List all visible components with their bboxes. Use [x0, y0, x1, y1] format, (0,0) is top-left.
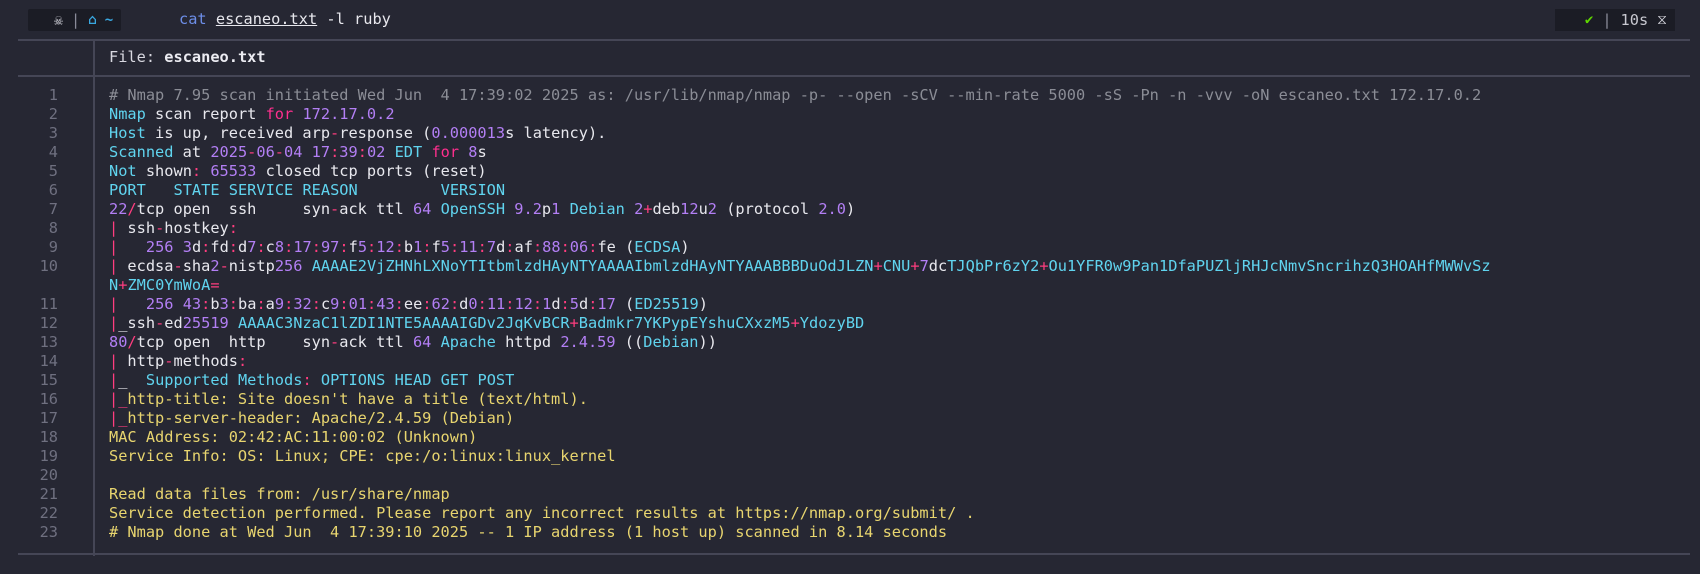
success-check-icon: ✔: [1584, 12, 1594, 28]
line-text: |_http-server-header: Apache/2.4.59 (Deb…: [109, 409, 515, 427]
gutter-divider: [93, 39, 95, 556]
line-text: | ssh-hostkey:: [109, 219, 238, 237]
file-header-label: File:: [109, 48, 156, 66]
file-line: 11 | 256 43:b3:ba:a9:32:c9:01:43:ee:62:d0…: [0, 295, 708, 314]
line-number: 13: [39, 333, 58, 351]
line-number: 17: [39, 409, 58, 427]
file-line: 4 Scanned at 2025-06-04 17:39:02 EDT for …: [0, 143, 487, 162]
home-icon: ⌂: [88, 12, 97, 28]
file-line: 9 | 256 3d:fd:d7:c8:17:97:f5:12:b1:f5:11:…: [0, 238, 690, 257]
file-header: File: escaneo.txt: [109, 48, 266, 66]
line-text: | 256 43:b3:ba:a9:32:c9:01:43:ee:62:d0:1…: [109, 295, 708, 313]
file-line: 5 Not shown: 65533 closed tcp ports (rese…: [0, 162, 487, 181]
prompt-cwd: ~: [104, 12, 114, 28]
command-duration: 10s: [1620, 11, 1649, 29]
line-text: PORT STATE SERVICE REASON VERSION: [109, 181, 506, 199]
prompt-segment-right: ✔ | 10s ⧖: [1554, 9, 1675, 31]
line-text: 80/tcp open http syn-ack ttl 64 Apache h…: [109, 333, 717, 351]
line-number: 15: [39, 371, 58, 389]
line-number: 5: [48, 162, 58, 180]
line-text: |_http-title: Site doesn't have a title …: [109, 390, 588, 408]
line-number: 2: [48, 105, 58, 123]
file-line: 3 Host is up, received arp-response (0.00…: [0, 124, 607, 143]
line-number: 7: [48, 200, 58, 218]
file-line: 10 | ecdsa-sha2-nistp256 AAAAE2VjZHNhLXNo…: [0, 257, 1491, 295]
line-number: 9: [48, 238, 58, 256]
file-line: 2 Nmap scan report for 172.17.0.2: [0, 105, 395, 124]
line-number: 18: [39, 428, 58, 446]
line-text: | http-methods:: [109, 352, 248, 370]
line-number: 20: [39, 466, 58, 484]
file-line: 1 # Nmap 7.95 scan initiated Wed Jun 4 17…: [0, 86, 1481, 105]
file-line: 14 | http-methods:: [0, 352, 248, 371]
header-separator: [18, 75, 1690, 77]
command-argument: escaneo.txt: [215, 10, 318, 28]
frame-top-border: [18, 39, 1690, 41]
file-line: 18 MAC Address: 02:42:AC:11:00:02 (Unknow…: [0, 428, 478, 447]
terminal-window: ☠ | ⌂ ~ cat escaneo.txt -l ruby ✔ | 10s …: [0, 0, 1700, 574]
line-text: | ecdsa-sha2-nistp256 AAAAE2VjZHNhLXNoYT…: [109, 257, 1491, 294]
file-line: 22 Service detection performed. Please re…: [0, 504, 975, 523]
file-header-name: escaneo.txt: [164, 48, 266, 66]
file-line: 16 |_http-title: Site doesn't have a titl…: [0, 390, 588, 409]
prompt-separator: |: [71, 11, 81, 29]
prompt-separator: |: [1602, 11, 1612, 29]
line-number: 21: [39, 485, 58, 503]
line-number: 8: [48, 219, 58, 237]
line-number: 22: [39, 504, 58, 522]
line-number: 11: [39, 295, 58, 313]
frame-bottom-border: [18, 553, 1690, 555]
line-number: 14: [39, 352, 58, 370]
kali-dragon-icon: ☠: [54, 11, 64, 29]
line-text: |_ssh-ed25519 AAAAC3NzaC1lZDI1NTE5AAAAIG…: [109, 314, 865, 332]
line-number: 1: [48, 86, 58, 104]
line-text: |_ Supported Methods: OPTIONS HEAD GET P…: [109, 371, 515, 389]
file-line: 19 Service Info: OS: Linux; CPE: cpe:/o:l…: [0, 447, 616, 466]
line-text: | 256 3d:fd:d7:c8:17:97:f5:12:b1:f5:11:7…: [109, 238, 690, 256]
line-number: 4: [48, 143, 58, 161]
line-text: Host is up, received arp-response (0.000…: [109, 124, 607, 142]
file-line: 15 |_ Supported Methods: OPTIONS HEAD GET…: [0, 371, 515, 390]
line-number: 23: [39, 523, 58, 541]
line-text: 22/tcp open ssh syn-ack ttl 64 OpenSSH 9…: [109, 200, 856, 218]
line-number: 6: [48, 181, 58, 199]
file-line: 7 22/tcp open ssh syn-ack ttl 64 OpenSSH …: [0, 200, 855, 219]
file-line: 17 |_http-server-header: Apache/2.4.59 (D…: [0, 409, 515, 428]
line-text: Read data files from: /usr/share/nmap: [109, 485, 450, 503]
line-text: Service Info: OS: Linux; CPE: cpe:/o:lin…: [109, 447, 616, 465]
prompt-segment-left: ☠ | ⌂ ~: [28, 9, 122, 31]
file-line: 20: [0, 466, 58, 485]
file-line: 12 |_ssh-ed25519 AAAAC3NzaC1lZDI1NTE5AAAA…: [0, 314, 865, 333]
line-text: Service detection performed. Please repo…: [109, 504, 975, 522]
hourglass-icon: ⧖: [1657, 12, 1667, 28]
command-flags: -l ruby: [326, 10, 391, 28]
line-number: 19: [39, 447, 58, 465]
line-text: MAC Address: 02:42:AC:11:00:02 (Unknown): [109, 428, 478, 446]
line-text: Not shown: 65533 closed tcp ports (reset…: [109, 162, 487, 180]
line-number: 12: [39, 314, 58, 332]
shell-prompt: ☠ | ⌂ ~ cat escaneo.txt -l ruby ✔ | 10s …: [0, 0, 1700, 40]
file-line: 13 80/tcp open http syn-ack ttl 64 Apache…: [0, 333, 717, 352]
line-number: 3: [48, 124, 58, 142]
file-content[interactable]: 1 # Nmap 7.95 scan initiated Wed Jun 4 17…: [0, 86, 1491, 542]
line-text: Nmap scan report for 172.17.0.2: [109, 105, 395, 123]
line-number: 16: [39, 390, 58, 408]
file-line: 8 | ssh-hostkey:: [0, 219, 238, 238]
file-line: 21 Read data files from: /usr/share/nmap: [0, 485, 450, 504]
line-text: Scanned at 2025-06-04 17:39:02 EDT for 8…: [109, 143, 487, 161]
line-number: 10: [39, 257, 58, 275]
file-line: 23 # Nmap done at Wed Jun 4 17:39:10 2025…: [0, 523, 948, 542]
file-line: 6 PORT STATE SERVICE REASON VERSION: [0, 181, 505, 200]
line-text: # Nmap done at Wed Jun 4 17:39:10 2025 -…: [109, 523, 948, 541]
command-name: cat: [179, 10, 207, 28]
line-text: # Nmap 7.95 scan initiated Wed Jun 4 17:…: [109, 86, 1482, 104]
command-line[interactable]: cat escaneo.txt -l ruby: [179, 10, 391, 28]
